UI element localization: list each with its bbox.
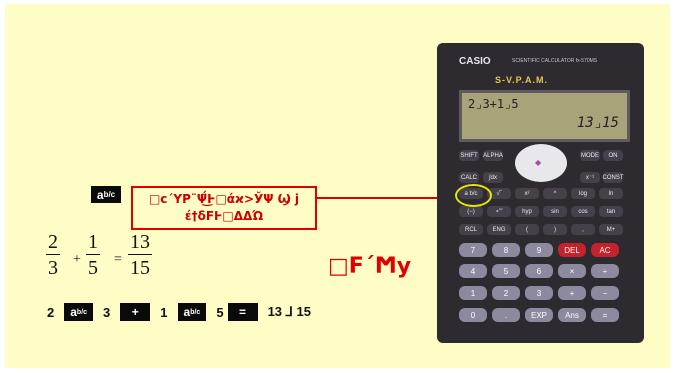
replay-icon: ◆: [535, 158, 542, 167]
equals-key-icon: =: [227, 303, 258, 321]
fraction-denominator: 3: [48, 257, 58, 279]
calc-key: x²: [515, 188, 539, 199]
calc-key: MODE: [580, 150, 600, 161]
calc-key: sin: [543, 206, 567, 217]
calc-key: 7: [459, 243, 487, 257]
calc-key: ln: [599, 188, 623, 199]
calc-key: cos: [571, 206, 595, 217]
abc-key-icon: a b/c: [64, 303, 94, 321]
display-result: 13⌟15: [576, 115, 619, 131]
plus-key-icon: +: [120, 303, 151, 321]
calc-key: 5: [492, 264, 520, 278]
calc-key: ∘'": [487, 206, 511, 217]
calc-key: 3: [525, 286, 553, 300]
callout-line-2: έ†δϜͰ□ΔΔΏ: [184, 209, 264, 223]
seq-number: 2: [47, 304, 55, 320]
calc-key: x⁻¹: [580, 172, 600, 183]
calc-key: −: [591, 286, 619, 300]
calc-key: Ans: [558, 308, 586, 322]
calc-key: EXP: [525, 308, 553, 322]
calc-key: ÷: [591, 264, 619, 278]
calc-key: ×: [558, 264, 586, 278]
seq-number: 5: [216, 304, 224, 320]
callout-line-1: □c´ΥP¨Ψ̈́͜Ͱ□άϰ>ЎΨ Ϣ j: [148, 192, 300, 206]
highlight-ring: [455, 184, 492, 207]
abc-key-sup: b/c: [190, 308, 201, 316]
seq-number: 3: [103, 304, 111, 320]
fraction-13-15: 13 15: [128, 230, 152, 281]
calc-key: 6: [525, 264, 553, 278]
fraction-numerator: 13: [128, 231, 152, 255]
abc-key-letter: a: [70, 305, 77, 319]
equals-operator: =: [114, 252, 122, 267]
calc-key: 4: [459, 264, 487, 278]
abc-key-letter: a: [183, 305, 191, 319]
calc-key: 0: [459, 308, 487, 322]
fraction-denominator: 15: [130, 257, 150, 279]
fraction-numerator: 1: [86, 231, 100, 255]
calc-key: (−): [459, 206, 483, 217]
calc-key: 8: [492, 243, 520, 257]
calculator-brand: CASIO: [459, 56, 491, 67]
calc-key: ALPHA: [483, 150, 503, 161]
calc-key: ^: [543, 188, 567, 199]
fraction-denominator: 5: [88, 257, 98, 279]
calc-key: ON: [603, 150, 623, 161]
calc-key: (: [515, 224, 539, 235]
fraction-numerator: 2: [46, 231, 60, 255]
calc-key: ): [543, 224, 567, 235]
calculator-label: S-V.P.A.M.: [495, 75, 549, 85]
calc-key: M+: [599, 224, 623, 235]
calc-key: AC: [591, 243, 619, 257]
callout-box: □c´ΥP¨Ψ̈́͜Ͱ□άϰ>ЎΨ Ϣ j έ†δϜͰ□ΔΔΏ: [131, 186, 317, 230]
calculator-model: SCIENTIFIC CALCULATOR fx-570MS: [512, 58, 598, 64]
calc-key: +: [558, 286, 586, 300]
display-input: 2⌟3+1⌟5: [468, 97, 519, 111]
verdict-text: □Ϝ´Ϻy: [328, 254, 412, 279]
abc-key-letter: a: [96, 187, 104, 202]
fraction-1-5: 1 5: [86, 230, 100, 281]
calc-key: =: [591, 308, 619, 322]
seq-number: 1: [160, 304, 168, 320]
calc-key: 1: [459, 286, 487, 300]
calculator-display: 2⌟3+1⌟5 13⌟15: [459, 90, 630, 142]
calc-key: ,: [571, 224, 595, 235]
calc-key: .: [492, 308, 520, 322]
calc-key: RCL: [459, 224, 483, 235]
fraction-2-3: 2 3: [46, 230, 60, 281]
callout-connector: [317, 197, 453, 199]
abc-key-sup: b/c: [103, 190, 116, 199]
key-sequence: 2 a b/c 3 + 1 a b/c 5 = 13 ⅃ 15: [47, 303, 321, 321]
calc-key: hyp: [515, 206, 539, 217]
calculator-photo: CASIO SCIENTIFIC CALCULATOR fx-570MS S-V…: [437, 43, 644, 343]
replay-pad: ◆: [515, 144, 567, 182]
calc-key: ∫dx: [483, 172, 503, 183]
plus-operator: +: [73, 252, 81, 267]
calc-key: 2: [492, 286, 520, 300]
calc-key: 9: [525, 243, 553, 257]
calc-key: log: [571, 188, 595, 199]
calc-key: ENG: [487, 224, 511, 235]
calc-key: tan: [599, 206, 623, 217]
calc-key: CALC: [459, 172, 479, 183]
seq-result: 13 ⅃ 15: [267, 304, 311, 319]
abc-key-sup: b/c: [76, 308, 88, 316]
calc-key: SHIFT: [459, 150, 479, 161]
calc-key: DEL: [558, 243, 586, 257]
abc-key-icon: a b/c: [91, 186, 121, 203]
abc-key-icon: a b/c: [177, 303, 207, 321]
calc-key: CONST: [603, 172, 624, 183]
